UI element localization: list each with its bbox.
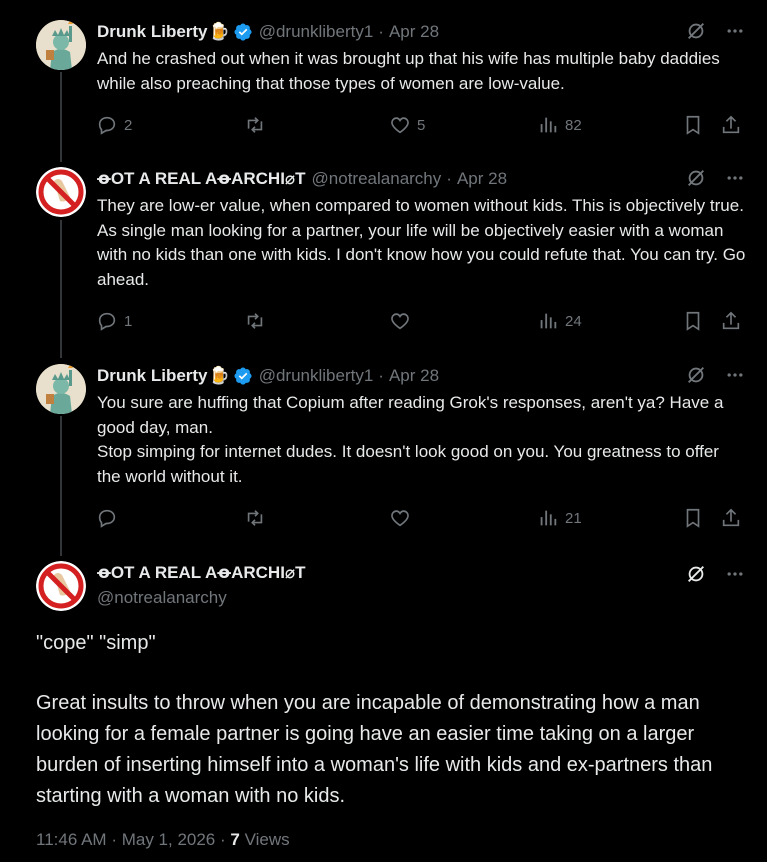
display-name[interactable]: ꝋOT A REAL AꝋARCHI⌀T <box>97 563 306 583</box>
views-label: Views <box>244 830 290 849</box>
handle[interactable]: @notrealanarchy <box>97 588 227 608</box>
post-time[interactable]: 11:46 AM <box>36 830 107 849</box>
no-symbol-avatar-icon <box>36 561 86 611</box>
more-icon[interactable] <box>725 564 745 589</box>
top-right-actions <box>685 563 745 590</box>
separator-dot: · <box>220 830 231 849</box>
post-date[interactable]: May 1, 2026 <box>122 830 216 849</box>
separator-dot: · <box>111 830 122 849</box>
grok-icon[interactable] <box>685 563 707 590</box>
tweet-meta: 11:46 AM · May 1, 2026 · 7 Views <box>36 830 290 850</box>
views-count: 7 <box>230 830 240 849</box>
tweet-paragraph: "cope" "simp" <box>36 632 156 654</box>
main-tweet: ꝋOT A REAL AꝋARCHI⌀T @notrealanarchy "co… <box>0 0 767 862</box>
tweet-paragraph: Great insults to throw when you are inca… <box>36 692 713 807</box>
avatar[interactable] <box>36 561 86 611</box>
